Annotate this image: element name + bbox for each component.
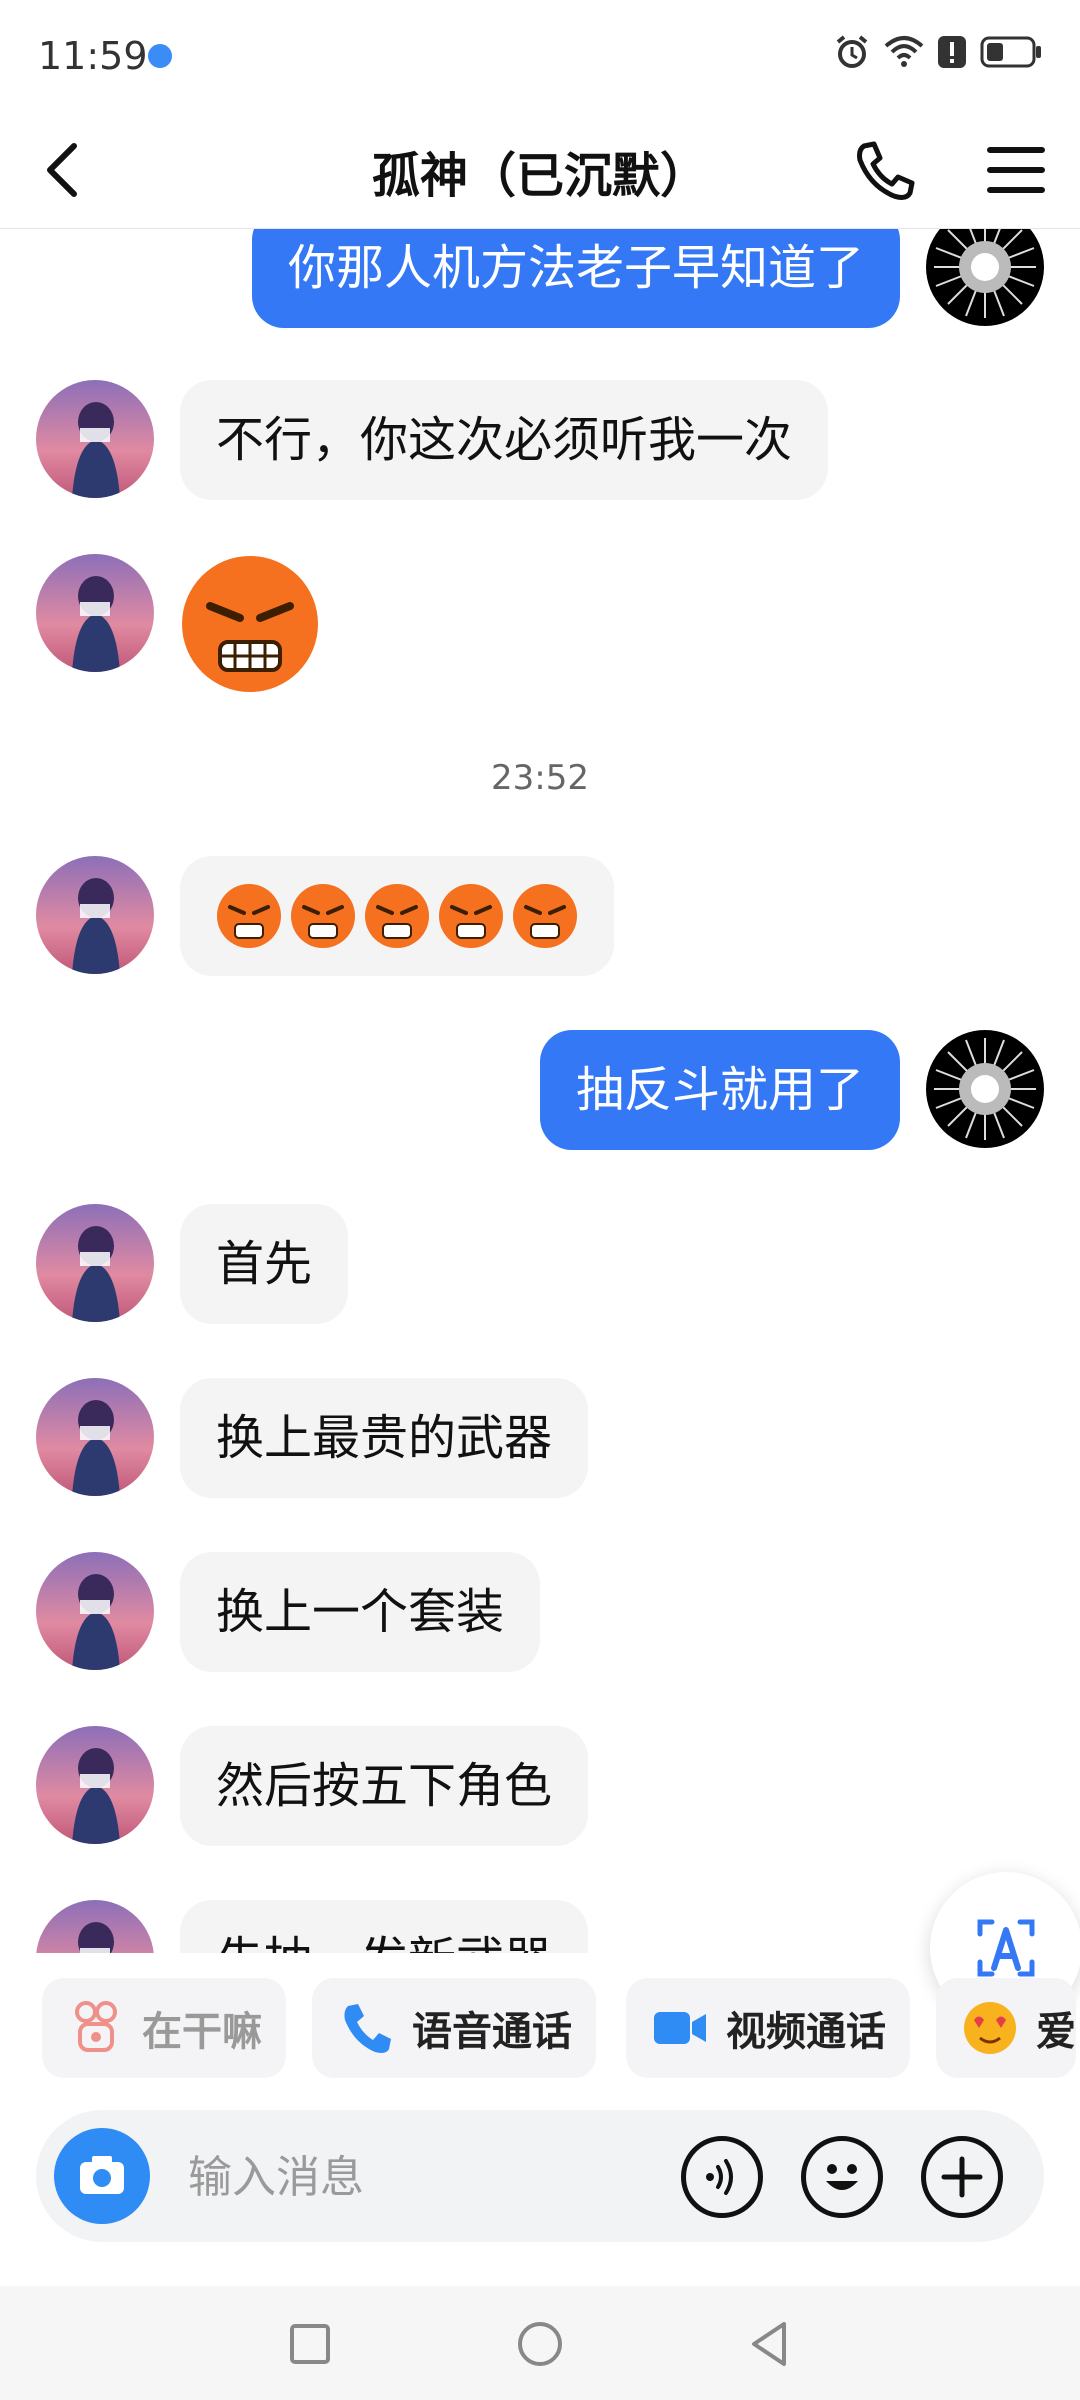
timestamp-separator: 23:52: [491, 758, 589, 798]
angry-face-icon: [439, 884, 503, 948]
chip-label: 爱: [1036, 2009, 1076, 2055]
chip-label: 语音通话: [412, 2009, 572, 2055]
love-quick-action[interactable]: 爱: [936, 1978, 1076, 2078]
message-list[interactable]: 你那人机方法老子早知道了 不行，你这次必须听我一次 23:52 抽反斗就用了 首…: [0, 228, 1080, 1953]
camera-icon: [80, 2156, 124, 2194]
poke-icon: [75, 2001, 117, 2052]
voice-message-button[interactable]: [681, 2136, 763, 2218]
emoji-message-bubble[interactable]: [180, 856, 614, 976]
notification-dot-icon: [148, 44, 172, 68]
wifi-icon: [884, 34, 924, 74]
message-input[interactable]: [186, 2144, 670, 2210]
plus-icon: [941, 2156, 983, 2198]
more-button[interactable]: [921, 2136, 1003, 2218]
contact-avatar[interactable]: [36, 856, 154, 974]
voice-wave-icon: [706, 2159, 733, 2195]
message-bubble[interactable]: 首先: [180, 1204, 349, 1324]
message-bubble[interactable]: 不行，你这次必须听我一次: [180, 380, 829, 500]
hamburger-menu-icon: [987, 147, 1045, 193]
call-button[interactable]: [850, 136, 918, 204]
love-emoji-icon: [964, 2002, 1016, 2054]
chat-header: 孤神（已沉默）: [0, 112, 1080, 229]
contact-avatar[interactable]: [36, 554, 154, 672]
chip-label: 视频通话: [726, 2009, 886, 2055]
message-bubble[interactable]: 你那人机方法老子早知道了: [251, 228, 900, 328]
battery-icon: [980, 35, 1042, 73]
camera-button[interactable]: [54, 2128, 150, 2224]
message-input-bar: [36, 2110, 1044, 2242]
chip-label: 在干嘛: [142, 2009, 262, 2055]
emoji-button[interactable]: [801, 2136, 883, 2218]
angry-face-icon: [291, 884, 355, 948]
poke-quick-action[interactable]: 在干嘛: [42, 1978, 286, 2078]
home-button[interactable]: [510, 2314, 570, 2374]
contact-avatar[interactable]: [36, 380, 154, 498]
phone-icon: [344, 2004, 391, 2053]
contact-avatar[interactable]: [36, 1900, 154, 1953]
circle-icon: [518, 2322, 562, 2366]
status-icons: [834, 34, 1042, 74]
alarm-icon: [834, 34, 870, 74]
video-icon: [654, 2012, 706, 2044]
message-bubble[interactable]: 先抽一发新武器: [180, 1900, 589, 1953]
square-icon: [290, 2324, 330, 2364]
quick-actions-bar: 在干嘛 语音通话 视频通话 爱: [0, 1978, 1080, 2084]
smiley-icon: [826, 2164, 858, 2190]
video-call-quick-action[interactable]: 视频通话: [626, 1978, 910, 2078]
message-bubble[interactable]: 换上最贵的武器: [180, 1378, 589, 1498]
angry-face-icon: [365, 884, 429, 948]
status-time: 11:59: [38, 34, 148, 78]
contact-avatar[interactable]: [36, 1204, 154, 1322]
message-bubble[interactable]: 抽反斗就用了: [539, 1030, 900, 1150]
angry-face-icon: [217, 884, 281, 948]
back-nav-button[interactable]: [740, 2314, 800, 2374]
message-bubble[interactable]: 换上一个套装: [180, 1552, 541, 1672]
chat-title: 孤神（已沉默）: [371, 148, 708, 204]
my-avatar[interactable]: [926, 1030, 1044, 1148]
menu-button[interactable]: [982, 136, 1050, 204]
my-avatar[interactable]: [926, 228, 1044, 326]
contact-avatar[interactable]: [36, 1378, 154, 1496]
contact-avatar[interactable]: [36, 1552, 154, 1670]
system-nav-bar: [0, 2286, 1080, 2400]
recents-button[interactable]: [280, 2314, 340, 2374]
angry-face-icon: [513, 884, 577, 948]
angry-face-emoji-large[interactable]: [180, 554, 320, 694]
phone-icon: [857, 141, 915, 200]
message-bubble[interactable]: 然后按五下角色: [180, 1726, 589, 1846]
voice-call-quick-action[interactable]: 语音通话: [312, 1978, 596, 2078]
contact-avatar[interactable]: [36, 1726, 154, 1844]
triangle-back-icon: [752, 2322, 786, 2366]
status-bar: 11:59: [0, 0, 1080, 112]
alert-icon: [938, 34, 966, 74]
